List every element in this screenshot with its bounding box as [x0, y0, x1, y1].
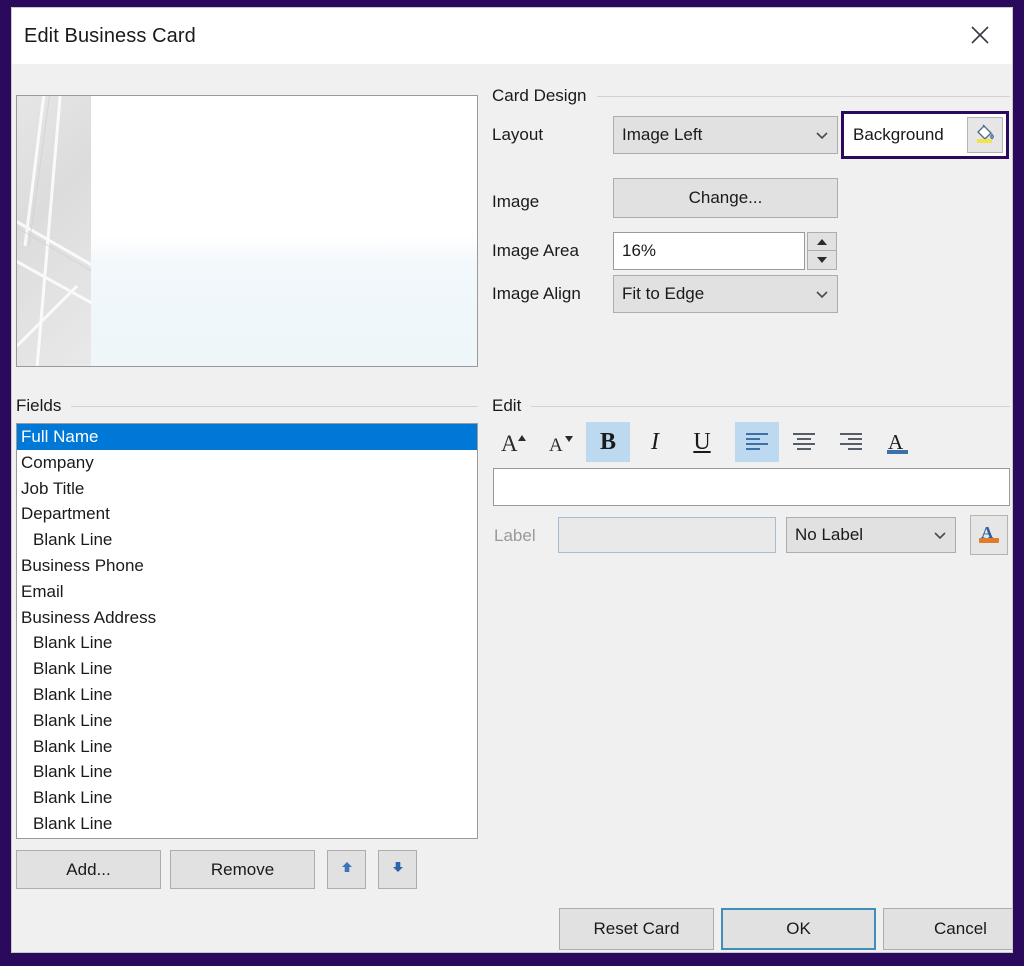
bold-icon[interactable]: B: [586, 422, 630, 462]
list-item[interactable]: Blank Line: [17, 759, 477, 785]
edit-group-title: Edit: [492, 396, 522, 415]
title-bar: Edit Business Card: [12, 8, 1012, 64]
image-area-label: Image Area: [492, 241, 579, 260]
background-label: Background: [853, 125, 944, 144]
page-title: Edit Business Card: [24, 25, 196, 47]
edit-group-header: Edit: [492, 396, 1010, 416]
image-area-input[interactable]: 16%: [613, 232, 805, 270]
text-highlight-button[interactable]: A: [970, 515, 1008, 555]
label-input[interactable]: [558, 517, 776, 553]
group-divider: [596, 95, 1010, 97]
list-item[interactable]: Blank Line: [17, 630, 477, 656]
remove-field-button[interactable]: Remove: [170, 850, 315, 889]
background-control-highlight: Background: [841, 111, 1009, 159]
image-align-label: Image Align: [492, 284, 581, 303]
image-area-stepper: [807, 232, 837, 270]
svg-text:A: A: [549, 435, 563, 455]
image-label: Image: [492, 192, 540, 211]
image-align-select[interactable]: Fit to Edge: [613, 275, 838, 313]
change-image-button[interactable]: Change...: [613, 178, 838, 218]
list-item[interactable]: Department: [17, 501, 477, 527]
layout-label: Layout: [492, 125, 544, 144]
list-item[interactable]: Blank Line: [17, 682, 477, 708]
grow-font-icon[interactable]: A: [492, 422, 536, 462]
edit-text-input[interactable]: [493, 468, 1010, 506]
edit-business-card-dialog: Edit Business Card Card Design Layout Im…: [11, 7, 1013, 953]
move-field-down-button[interactable]: [378, 850, 417, 889]
list-item[interactable]: Job Title: [17, 476, 477, 502]
list-item[interactable]: Blank Line: [17, 811, 477, 837]
label-caption: Label: [494, 526, 536, 545]
list-item[interactable]: Full Name: [17, 424, 477, 450]
arrow-up-icon: [339, 859, 355, 880]
reset-card-button[interactable]: Reset Card: [559, 908, 714, 950]
fields-group-header: Fields: [16, 396, 478, 416]
list-item[interactable]: Blank Line: [17, 708, 477, 734]
list-item[interactable]: Blank Line: [17, 734, 477, 760]
font-color-icon[interactable]: A: [876, 422, 920, 462]
paint-bucket-icon: [973, 121, 997, 150]
chevron-down-icon: [815, 128, 829, 142]
label-style-select-value: No Label: [795, 525, 864, 544]
close-icon[interactable]: [956, 14, 1004, 56]
card-image-placeholder: [17, 96, 91, 366]
background-color-button[interactable]: [967, 117, 1003, 153]
add-field-button[interactable]: Add...: [16, 850, 161, 889]
align-left-icon[interactable]: [735, 422, 779, 462]
fields-list[interactable]: Full Name Company Job Title Department Blank…: [16, 423, 478, 839]
underline-icon[interactable]: U: [680, 422, 724, 462]
align-center-icon[interactable]: [782, 422, 826, 462]
italic-icon[interactable]: I: [633, 422, 677, 462]
business-card-preview: [16, 95, 478, 367]
formatting-toolbar: A A B I U A: [492, 420, 1010, 464]
list-item[interactable]: Business Address: [17, 605, 477, 631]
card-design-group-header: Card Design: [492, 86, 1010, 106]
list-item[interactable]: Company: [17, 450, 477, 476]
spinner-down-icon[interactable]: [807, 251, 837, 270]
chevron-down-icon: [933, 528, 947, 542]
list-item[interactable]: Blank Line: [17, 656, 477, 682]
card-content-area: [90, 96, 477, 366]
ok-button[interactable]: OK: [721, 908, 876, 950]
group-divider: [531, 405, 1010, 407]
image-align-select-value: Fit to Edge: [622, 284, 705, 303]
list-item[interactable]: Blank Line: [17, 527, 477, 553]
text-highlight-icon: A: [977, 521, 1001, 550]
dialog-body: Card Design Layout Image Left Background: [12, 64, 1012, 952]
svg-text:A: A: [501, 431, 518, 455]
arrow-down-icon: [390, 859, 406, 880]
cancel-button[interactable]: Cancel: [883, 908, 1012, 950]
shrink-font-icon[interactable]: A: [539, 422, 583, 462]
group-divider: [71, 405, 478, 407]
layout-select-value: Image Left: [622, 125, 703, 144]
chevron-down-icon: [815, 287, 829, 301]
label-style-select[interactable]: No Label: [786, 517, 956, 553]
layout-select[interactable]: Image Left: [613, 116, 838, 154]
fields-group-title: Fields: [16, 396, 62, 415]
card-design-group-title: Card Design: [492, 86, 587, 105]
list-item[interactable]: Business Phone: [17, 553, 477, 579]
align-right-icon[interactable]: [829, 422, 873, 462]
list-item[interactable]: Blank Line: [17, 785, 477, 811]
list-item[interactable]: Email: [17, 579, 477, 605]
spinner-up-icon[interactable]: [807, 232, 837, 251]
move-field-up-button[interactable]: [327, 850, 366, 889]
